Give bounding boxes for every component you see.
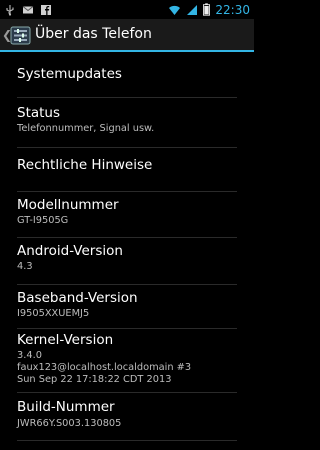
- list-item-android-version[interactable]: Android-Version 4.3: [0, 238, 254, 285]
- item-title: Build-Nummer: [17, 399, 115, 415]
- item-summary: Telefonnummer, Signal usw.: [17, 123, 155, 134]
- notification-icons: [4, 2, 52, 17]
- list-item-kernel-version: Kernel-Version 3.4.0 faux123@localhost.l…: [0, 329, 254, 393]
- list-item-baseband-version: Baseband-Version I9505XXUEMJ5: [0, 285, 254, 329]
- item-summary-line: faux123@localhost.localdomain #3: [17, 362, 192, 373]
- system-icons: 22:30: [168, 1, 250, 18]
- item-title: Status: [17, 105, 61, 121]
- battery-icon: [203, 3, 211, 16]
- list-item-legal[interactable]: Rechtliche Hinweise: [0, 148, 254, 192]
- item-title: Rechtliche Hinweise: [17, 157, 153, 173]
- list-item-status[interactable]: Status Telefonnummer, Signal usw.: [0, 98, 254, 148]
- clock: 22:30: [215, 2, 250, 17]
- item-title: Android-Version: [17, 243, 123, 259]
- item-summary: 4.3: [17, 261, 33, 272]
- list-item-systemupdates[interactable]: Systemupdates: [0, 54, 254, 98]
- status-bar: 22:30: [0, 0, 254, 19]
- item-summary-line: Sun Sep 22 17:18:22 CDT 2013: [17, 374, 172, 385]
- action-bar: ❮ Über das Telefon: [0, 19, 254, 52]
- settings-app-icon[interactable]: [10, 25, 31, 46]
- gmail-icon: [22, 5, 34, 13]
- item-summary: GT-I9505G: [17, 215, 69, 226]
- item-title: Baseband-Version: [17, 290, 138, 306]
- page-title: Über das Telefon: [35, 26, 152, 42]
- item-title: Systemupdates: [17, 66, 122, 82]
- wifi-icon: [169, 5, 181, 15]
- settings-list: Systemupdates Status Telefonnummer, Sign…: [0, 54, 254, 450]
- list-item-build-number[interactable]: Build-Nummer JWR66Y.S003.130805: [0, 393, 254, 441]
- list-item-model: Modellnummer GT-I9505G: [0, 192, 254, 238]
- divider: [17, 440, 237, 441]
- usb-icon: [6, 4, 14, 16]
- facebook-icon: [41, 4, 51, 15]
- item-title: Modellnummer: [17, 197, 119, 213]
- item-title: Kernel-Version: [17, 332, 114, 348]
- item-summary-line: 3.4.0: [17, 350, 42, 361]
- item-summary: I9505XXUEMJ5: [17, 308, 90, 319]
- signal-icon: [187, 4, 198, 15]
- item-summary: JWR66Y.S003.130805: [17, 418, 122, 429]
